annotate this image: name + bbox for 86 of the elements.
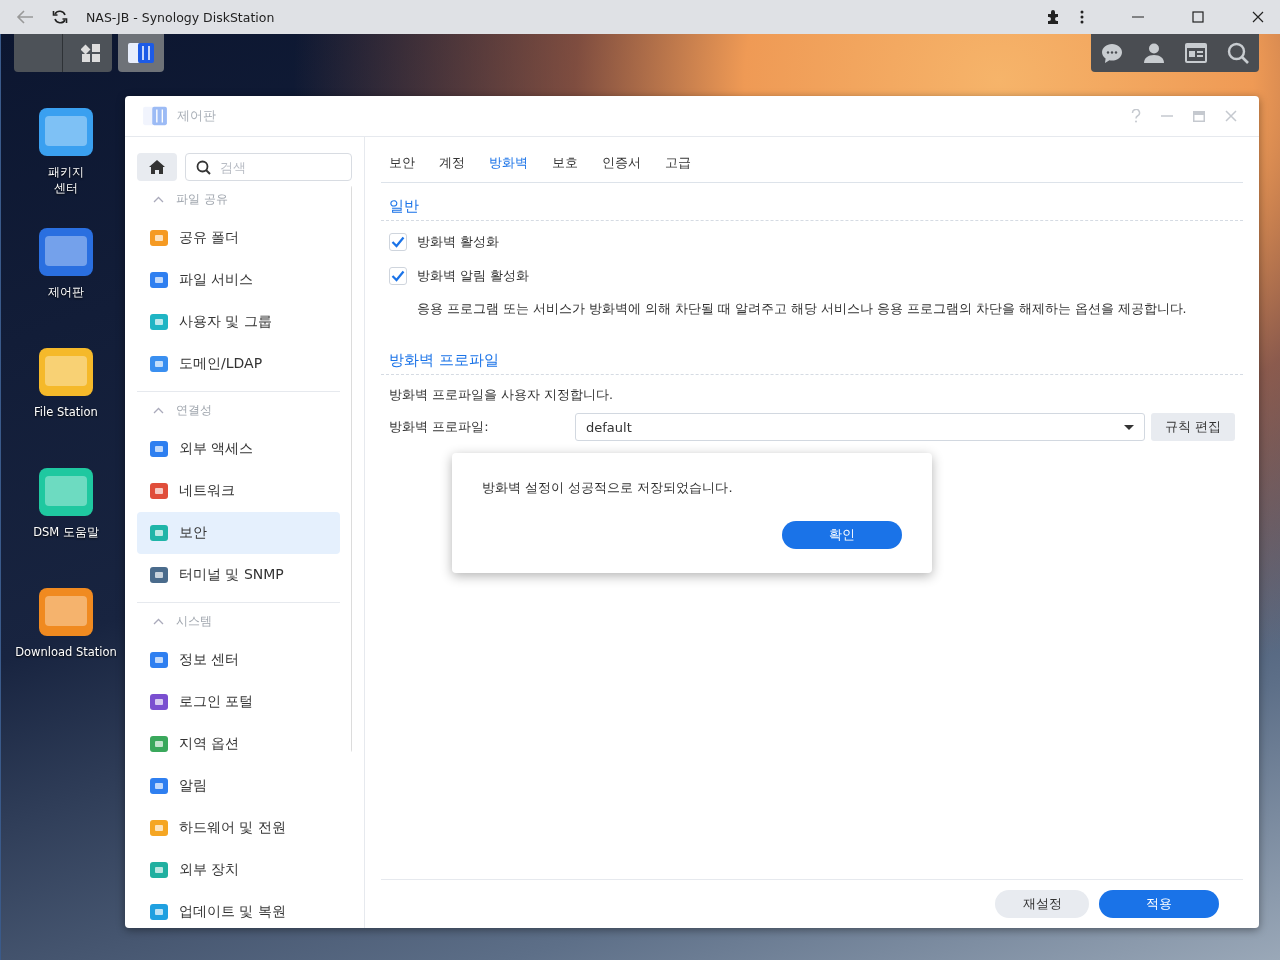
desktop-shortcut[interactable]: Download Station [9,582,123,682]
tab[interactable]: 인증서 [602,147,641,182]
tab[interactable]: 방화벽 [489,147,528,182]
checkbox-label: 방화벽 활성화 [417,233,500,251]
sidebar-item[interactable]: 도메인/LDAP [137,343,340,385]
tab[interactable]: 고급 [665,147,691,182]
group-label: 시스템 [176,612,212,630]
sidebar-item[interactable]: 로그인 포털 [137,681,340,723]
more-menu-icon[interactable] [1080,10,1084,24]
taskbar-app-button[interactable] [118,34,164,72]
search-icon[interactable] [1227,42,1249,64]
home-icon [149,160,165,174]
desktop-shortcut[interactable]: 패키지 센터 [9,102,123,202]
shortcut-label: 패키지 센터 [47,164,85,196]
sidebar-item[interactable]: 지역 옵션 [137,723,340,765]
sidebar-item[interactable]: 정보 센터 [137,639,340,681]
sliders-icon [128,41,154,65]
category-icon [149,650,169,670]
search-field[interactable]: 검색 [185,153,352,181]
page-title: NAS-JB - Synology DiskStation [86,9,275,25]
option-description: 응용 프로그램 또는 서비스가 방화벽에 의해 차단될 때 알려주고 해당 서비스나 응용 프로그램의 차단을 해제하는 옵션을 제공합니다. [416,300,1188,318]
category-icon [149,312,169,332]
desktop-shortcut[interactable]: File Station [9,342,123,442]
category-icon [149,481,169,501]
sidebar-item[interactable]: 알림 [137,765,340,807]
category-icon [149,523,169,543]
checkbox[interactable] [389,267,407,285]
category-icon [149,228,169,248]
category-icon [149,565,169,585]
desktop-shortcut[interactable]: 제어판 [9,222,123,322]
section-description: 방화벽 프로파일을 사용자 지정합니다. [388,386,614,404]
category-icon [149,818,169,838]
category-icon [149,902,169,922]
checkbox-label: 방화벽 알림 활성화 [417,267,530,285]
category-icon [149,354,169,374]
user-icon[interactable] [1143,42,1165,64]
category-icon [149,692,169,712]
group-label: 연결성 [176,401,212,419]
window-title: 제어판 [177,107,216,125]
sidebar-item[interactable]: 하드웨어 및 전원 [137,807,340,849]
sidebar-item[interactable]: 터미널 및 SNMP [137,554,340,596]
chevron-icon [153,406,164,414]
chevron-icon [153,617,164,625]
home-button[interactable] [137,153,177,181]
reload-icon[interactable] [52,9,68,25]
app-grid-icon[interactable] [81,43,101,63]
section-title: 일반 [381,183,1243,221]
sidebar-item[interactable]: 네트워크 [137,470,340,512]
chevron-icon [153,195,164,203]
category-icon [149,860,169,880]
tab[interactable]: 보호 [552,147,578,182]
sidebar-item[interactable]: 업데이트 및 복원 [137,891,340,928]
caret-icon [1123,424,1134,430]
reset-button[interactable]: 재설정 [995,890,1089,918]
edit-rules-button[interactable]: 규칙 편집 [1150,413,1235,441]
category-icon [149,439,169,459]
profile-dropdown[interactable]: default [575,413,1145,441]
category-icon [149,776,169,796]
sliders-icon [143,105,167,127]
widget-card-icon[interactable] [1185,43,1207,63]
confirm-button[interactable]: 확인 [782,521,902,549]
group-label: 파일 공유 [176,190,228,208]
checkbox[interactable] [389,233,407,251]
sidebar-item[interactable]: 외부 액세스 [137,428,340,470]
apply-button[interactable]: 적용 [1099,890,1219,918]
shortcut-label: Download Station [14,644,118,660]
search-icon [196,160,211,175]
field-label: 방화벽 프로파일: [389,418,490,436]
sidebar-item[interactable]: 외부 장치 [137,849,340,891]
maximize-icon[interactable] [1192,11,1204,23]
desktop-shortcut[interactable]: DSM 도움말 [9,462,123,562]
category-icon [149,270,169,290]
sidebar-item[interactable]: 보안 [137,512,340,554]
sidebar-item[interactable]: 사용자 및 그룹 [137,301,340,343]
category-icon [149,734,169,754]
tab[interactable]: 보안 [389,147,415,182]
shortcut-label: DSM 도움말 [32,524,100,540]
chat-bubble-icon[interactable] [1101,42,1123,64]
sidebar-item[interactable]: 파일 서비스 [137,259,340,301]
section-title: 방화벽 프로파일 [381,337,1243,375]
shortcut-label: 제어판 [47,284,85,300]
close-icon[interactable] [1252,11,1264,23]
sidebar-item[interactable]: 공유 폴더 [137,217,340,259]
dialog-message: 방화벽 설정이 성공적으로 저장되었습니다. [482,479,734,497]
shortcut-label: File Station [33,404,99,420]
tab[interactable]: 계정 [439,147,465,182]
